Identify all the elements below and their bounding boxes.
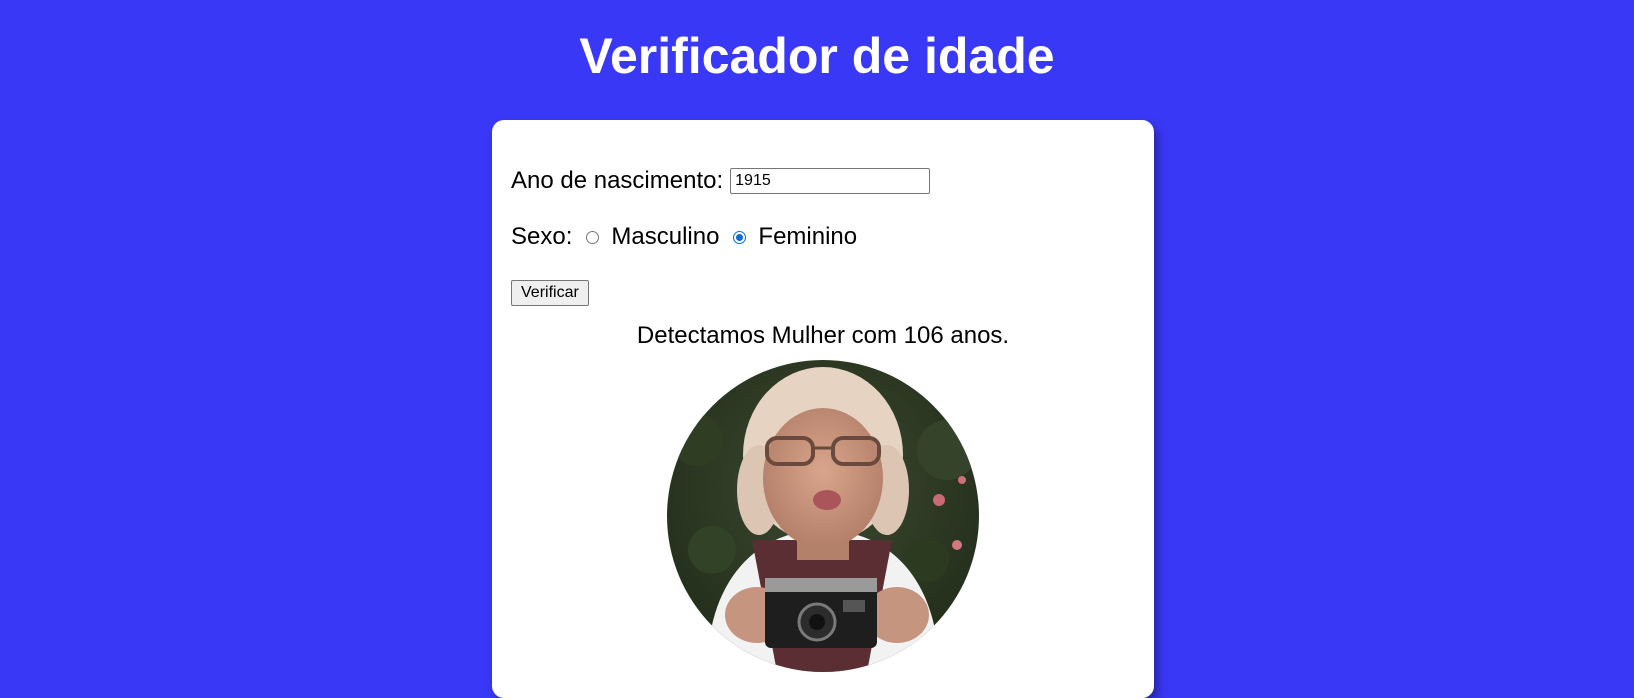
radio-masculino-label[interactable]: Masculino: [611, 223, 719, 251]
sex-row: Sexo: Masculino Feminino: [511, 220, 857, 254]
verify-button[interactable]: Verificar: [511, 280, 589, 306]
radio-feminino-label[interactable]: Feminino: [758, 223, 857, 251]
page-title: Verificador de idade: [579, 28, 1055, 84]
radio-masculino[interactable]: [586, 230, 600, 244]
result-photo: [667, 360, 979, 672]
radio-feminino[interactable]: [733, 230, 747, 244]
sex-label: Sexo:: [511, 223, 573, 250]
result-text: Detectamos Mulher com 106 anos.: [636, 322, 1010, 349]
birth-year-input[interactable]: [730, 168, 931, 194]
birth-year-row: Ano de nascimento:: [511, 164, 931, 198]
birth-year-label: Ano de nascimento:: [511, 167, 724, 194]
age-checker-card: Ano de nascimento: Sexo: Masculino Femin…: [492, 120, 1154, 698]
